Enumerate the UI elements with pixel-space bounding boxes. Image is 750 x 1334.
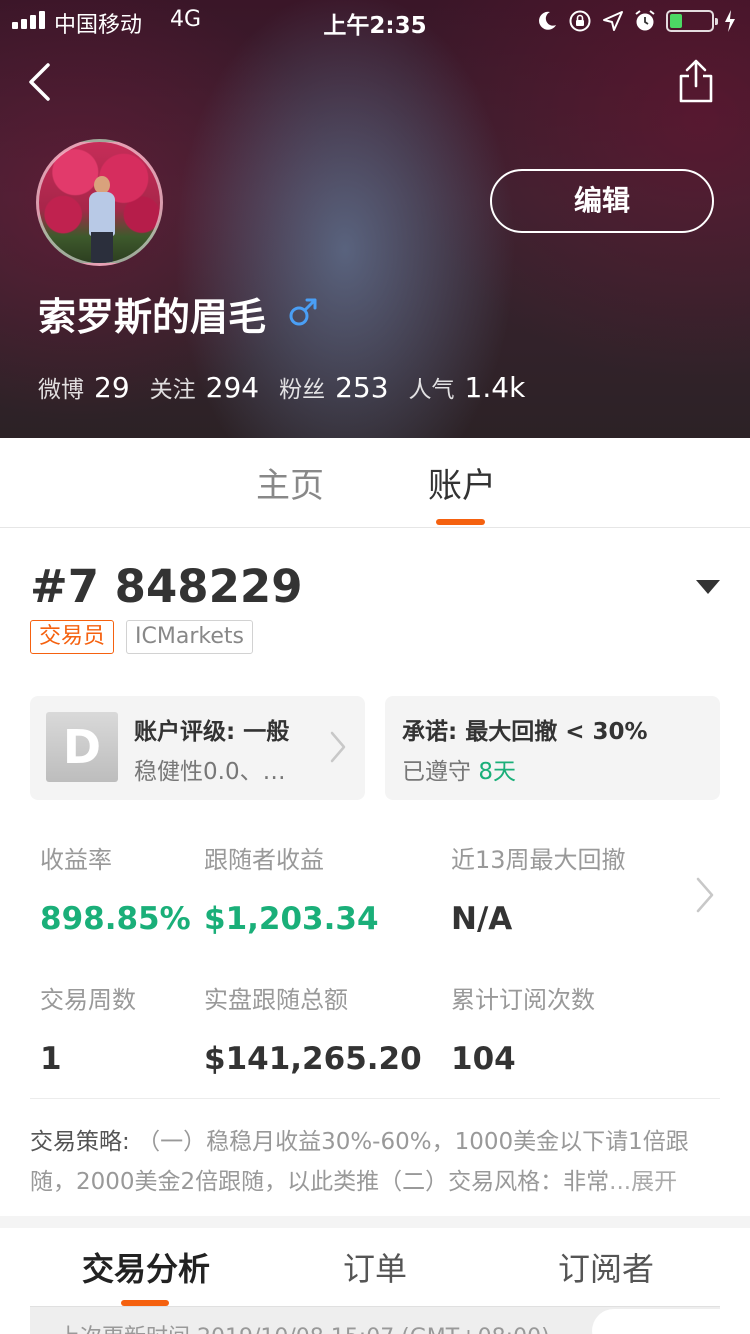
moon-icon (539, 11, 556, 30)
grade-badge: D (46, 712, 118, 782)
status-bar: 中国移动 4G 上午2:35 (0, 0, 750, 40)
stat-popularity-label: 人气 (408, 377, 455, 403)
metric-value: 1 (40, 1041, 62, 1077)
stat-following-value[interactable]: 294 (206, 371, 259, 404)
metric-value: $1,203.34 (204, 901, 379, 937)
rating-title: 账户评级: 一般 (134, 719, 290, 745)
stat-weibo-label[interactable]: 微博 (38, 370, 84, 404)
tab-orders[interactable]: 订单 (343, 1244, 407, 1290)
section-gap (0, 1216, 750, 1228)
rotation-lock-icon (569, 10, 591, 32)
chevron-left-icon (29, 63, 50, 101)
charging-icon (725, 10, 735, 32)
metric-subscription-count: 累计订阅次数 104 (451, 980, 595, 1077)
male-gender-icon (289, 298, 317, 326)
profile-tabs: 主页 账户 (0, 438, 750, 528)
tab-account[interactable]: 账户 (428, 458, 496, 507)
metric-value: $141,265.20 (204, 1041, 422, 1077)
stat-following-label[interactable]: 关注 (150, 370, 196, 404)
chevron-right-icon[interactable] (694, 876, 716, 914)
metric-label: 近13周最大回撤 (451, 846, 626, 874)
tab-subscribers[interactable]: 订阅者 (558, 1244, 654, 1290)
broker-tag: ICMarkets (126, 620, 253, 654)
profile-header: 中国移动 4G 上午2:35 编辑 索罗斯的眉毛 微博 29 关注 294 粉丝… (0, 0, 750, 438)
promise-card: 承诺: 最大回撤 < 30% 已遵守 8天 (385, 696, 720, 800)
metric-real-follow-total: 实盘跟随总额 $141,265.20 (204, 980, 422, 1077)
detail-tabs: 交易分析 订单 订阅者 (0, 1228, 750, 1306)
metric-value: 104 (451, 1041, 516, 1077)
profile-stats: 微博 29 关注 294 粉丝 253 人气 1.4k (38, 370, 545, 404)
active-tab-indicator (436, 519, 485, 525)
metric-follower-profit: 跟随者收益 $1,203.34 (204, 840, 379, 937)
update-pill (592, 1309, 720, 1334)
metric-max-drawdown[interactable]: 近13周最大回撤 N/A (451, 840, 626, 937)
last-update-bar: 上次更新时间 2019/10/08 15:07 (GMT+08:00) (30, 1306, 720, 1334)
stat-followers-label[interactable]: 粉丝 (279, 370, 325, 404)
stat-weibo-value[interactable]: 29 (94, 371, 130, 404)
promise-kept-prefix: 已遵守 (402, 759, 471, 785)
edit-profile-button[interactable]: 编辑 (490, 169, 714, 233)
section-divider (30, 1098, 720, 1099)
metric-value: 898.85% (40, 901, 191, 937)
metric-label: 累计订阅次数 (451, 986, 595, 1014)
expand-link[interactable]: ...展开 (609, 1169, 677, 1195)
metric-value: N/A (451, 901, 513, 937)
metric-label: 跟随者收益 (204, 846, 324, 874)
avatar[interactable] (36, 139, 163, 266)
location-icon (603, 11, 623, 31)
metric-label: 收益率 (40, 846, 112, 874)
metric-return-rate: 收益率 898.85% (40, 840, 191, 937)
share-icon (679, 59, 713, 103)
metric-label: 实盘跟随总额 (204, 986, 348, 1014)
metric-label: 交易周数 (40, 986, 136, 1014)
tab-trade-analysis[interactable]: 交易分析 (82, 1244, 210, 1290)
trading-strategy: 交易策略: （一）稳稳月收益30%-60%，1000美金以下请1倍跟随，2000… (30, 1122, 720, 1202)
promise-kept: 已遵守 8天 (402, 752, 516, 786)
trader-tag: 交易员 (30, 620, 115, 654)
promise-title: 承诺: 最大回撤 < 30% (402, 719, 648, 745)
chevron-right-icon (330, 731, 346, 763)
tab-home[interactable]: 主页 (256, 458, 324, 507)
back-button[interactable] (24, 60, 64, 106)
stat-popularity-value: 1.4k (464, 371, 526, 404)
account-id: #7 848229 (30, 560, 303, 613)
alarm-icon (635, 10, 655, 31)
battery-icon (666, 10, 718, 32)
last-update-text: 上次更新时间 2019/10/08 15:07 (GMT+08:00) (58, 1319, 550, 1334)
share-button[interactable] (674, 58, 718, 106)
metric-trading-weeks: 交易周数 1 (40, 980, 136, 1077)
promise-kept-days: 8天 (478, 759, 516, 785)
account-rating-card[interactable]: D 账户评级: 一般 稳健性0.0、… (30, 696, 365, 800)
stat-followers-value[interactable]: 253 (335, 371, 388, 404)
caret-down-icon[interactable] (695, 578, 721, 596)
status-icons (536, 7, 736, 35)
rating-subtitle: 稳健性0.0、… (134, 759, 286, 785)
username: 索罗斯的眉毛 (38, 295, 267, 339)
strategy-label: 交易策略: (30, 1129, 130, 1155)
